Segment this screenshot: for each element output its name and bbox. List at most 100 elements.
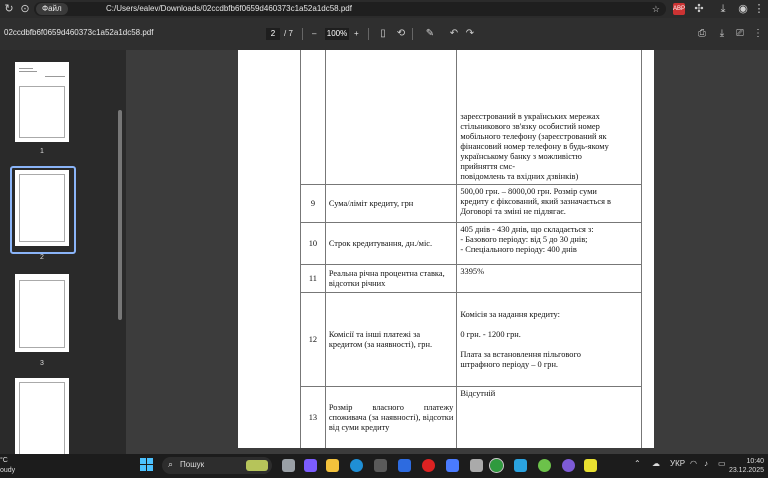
volume-icon[interactable]: ♪	[704, 459, 708, 468]
windows-taskbar: °C oudy ⌕ Пошук ⌃ ☁ УКР ◠ ♪ ▭ 10:40 23.1…	[0, 454, 768, 478]
table-row: 12 Комісії та інші платежі за кредитом (з…	[300, 292, 642, 387]
taskbar-search[interactable]: ⌕ Пошук	[162, 457, 272, 474]
battery-icon[interactable]: ▭	[718, 459, 726, 468]
page-total: / 7	[284, 29, 293, 38]
profile-icon[interactable]: ◉	[736, 2, 750, 16]
zoom-level-input[interactable]: 100%	[325, 28, 349, 40]
downloads-icon[interactable]: ⤓	[716, 2, 730, 16]
page-thumbnail-2[interactable]	[15, 170, 69, 246]
row-name: Строк кредитування, дн./міс.	[324, 222, 458, 265]
start-button[interactable]	[140, 458, 154, 472]
thumb-table	[19, 174, 65, 242]
pdf-filename: 02ccdbfb6f0659d460373c1a52a1dc58.pdf	[4, 28, 154, 37]
row-value: Відсутній	[456, 386, 642, 448]
system-clock[interactable]: 10:40 23.12.2025	[729, 457, 764, 475]
row-number: 9	[300, 184, 326, 223]
adblock-extension-icon[interactable]: ABP	[673, 3, 685, 15]
value-line: Комісія за надання кредиту:	[460, 309, 560, 319]
value-line: повідомлень та вхідних дзвінків)	[460, 172, 579, 181]
thumb-line	[45, 76, 65, 77]
toolbar-divider	[412, 28, 413, 40]
more-options-icon[interactable]: ⋮	[752, 28, 764, 40]
edge-icon[interactable]	[350, 459, 363, 472]
row-value: 500,00 грн. – 8000,00 грн. Розмір суми кр…	[456, 184, 642, 223]
save-annotations-icon[interactable]: ⎙	[696, 28, 708, 40]
app-icon[interactable]	[398, 459, 411, 472]
row-value: 405 днів - 430 днів, що складається з: - …	[456, 222, 642, 265]
row-name: Комісії та інші платежі за кредитом (за …	[324, 292, 458, 387]
page-thumbnail-1[interactable]	[15, 62, 69, 142]
page-thumbnail-3[interactable]	[15, 274, 69, 352]
app-icon-3[interactable]	[470, 459, 483, 472]
credit-terms-table: зареєстрований в українських мережах стіл…	[300, 50, 642, 448]
download-icon[interactable]: ⤓	[716, 28, 728, 40]
extensions-puzzle-icon[interactable]: ✣	[692, 2, 706, 16]
weather-temp: °C	[0, 457, 8, 464]
value-line: 500,00 грн. – 8000,00 грн. Розмір суми	[460, 187, 597, 196]
rotate-icon[interactable]: ⟲	[395, 28, 407, 40]
clock-time: 10:40	[746, 458, 764, 465]
language-indicator[interactable]: УКР	[670, 459, 685, 468]
page-number-input[interactable]: 2	[266, 28, 280, 40]
value-line: Відсутній	[460, 389, 496, 398]
address-url[interactable]: C:/Users/ealev/Downloads/02ccdbfb6f0659d…	[106, 2, 352, 16]
table-row: 10 Строк кредитування, дн./міс. 405 днів -…	[300, 222, 642, 265]
row-value: Комісія за надання кредиту: 0 грн. - 1200…	[456, 292, 642, 387]
table-row: 13 Розмір власного платежу споживача (за …	[300, 386, 642, 448]
row-name	[324, 50, 458, 185]
file-explorer-icon[interactable]	[326, 459, 339, 472]
thumb-label-2: 2	[40, 254, 44, 261]
table-row: зареєстрований в українських мережах стіл…	[300, 50, 642, 185]
task-view-icon[interactable]	[282, 459, 295, 472]
value-line: фінансовий номер телефону в будь-якому	[460, 142, 609, 151]
page-thumbnail-4[interactable]	[15, 378, 69, 454]
app-icon-5[interactable]	[584, 459, 597, 472]
store-icon[interactable]	[374, 459, 387, 472]
thumb-line	[19, 68, 33, 69]
thumb-label-3: 3	[40, 360, 44, 367]
search-placeholder: Пошук	[180, 460, 205, 469]
reload-icon[interactable]: ↻	[2, 2, 16, 16]
pdf-toolbar: 02ccdbfb6f0659d460373c1a52a1dc58.pdf 2 /…	[0, 18, 768, 50]
weather-desc: oudy	[0, 467, 16, 474]
app-icon-2[interactable]	[446, 459, 459, 472]
undo-icon[interactable]: ↶	[448, 28, 460, 40]
zoom-in-button[interactable]: +	[354, 28, 359, 40]
menu-kebab-icon[interactable]: ⋮	[752, 2, 766, 16]
redo-icon[interactable]: ↷	[464, 28, 476, 40]
row-name: Розмір власного платежу споживача (за на…	[324, 386, 458, 448]
chrome-icon[interactable]	[489, 458, 504, 473]
draw-icon[interactable]: ✎	[424, 28, 436, 40]
value-line: 0 грн. - 1200 грн.	[460, 329, 521, 339]
copilot-icon[interactable]	[304, 459, 317, 472]
opera-icon[interactable]	[422, 459, 435, 472]
tray-cloud-icon[interactable]: ☁	[652, 459, 660, 468]
value-line	[460, 340, 638, 350]
value-line: кредиту є фіксований, який зазначається …	[460, 197, 611, 206]
row-number: 11	[300, 264, 326, 293]
site-info-icon[interactable]: ⊙	[18, 2, 32, 16]
thumb-label-1: 1	[40, 148, 44, 155]
address-bar[interactable]: Файл C:/Users/ealev/Downloads/02ccdbfb6f…	[34, 2, 666, 16]
toolbar-divider	[368, 28, 369, 40]
zoom-out-button[interactable]: –	[312, 28, 316, 40]
toolbar-divider	[302, 28, 303, 40]
tray-chevron-icon[interactable]: ⌃	[634, 459, 641, 468]
row-number	[300, 50, 326, 185]
telegram-icon[interactable]	[514, 459, 527, 472]
fit-page-icon[interactable]: ▯	[377, 28, 389, 40]
value-line: Плата за встановлення пільгового	[460, 349, 581, 359]
app-icon-4[interactable]	[538, 459, 551, 472]
bookmark-star-icon[interactable]: ☆	[652, 2, 660, 16]
search-icon: ⌕	[168, 459, 174, 469]
weather-widget[interactable]: °C oudy	[0, 456, 15, 476]
thumb-table	[19, 382, 65, 454]
row-number: 10	[300, 222, 326, 265]
wifi-icon[interactable]: ◠	[690, 459, 697, 468]
document-viewport[interactable]: зареєстрований в українських мережах стіл…	[126, 50, 768, 454]
row-number: 13	[300, 386, 326, 448]
viber-icon[interactable]	[562, 459, 575, 472]
table-row: 11 Реальна річна процентна ставка, відсот…	[300, 264, 642, 293]
print-icon[interactable]: ⎚	[734, 28, 746, 40]
sidebar-scrollbar[interactable]	[118, 110, 122, 320]
